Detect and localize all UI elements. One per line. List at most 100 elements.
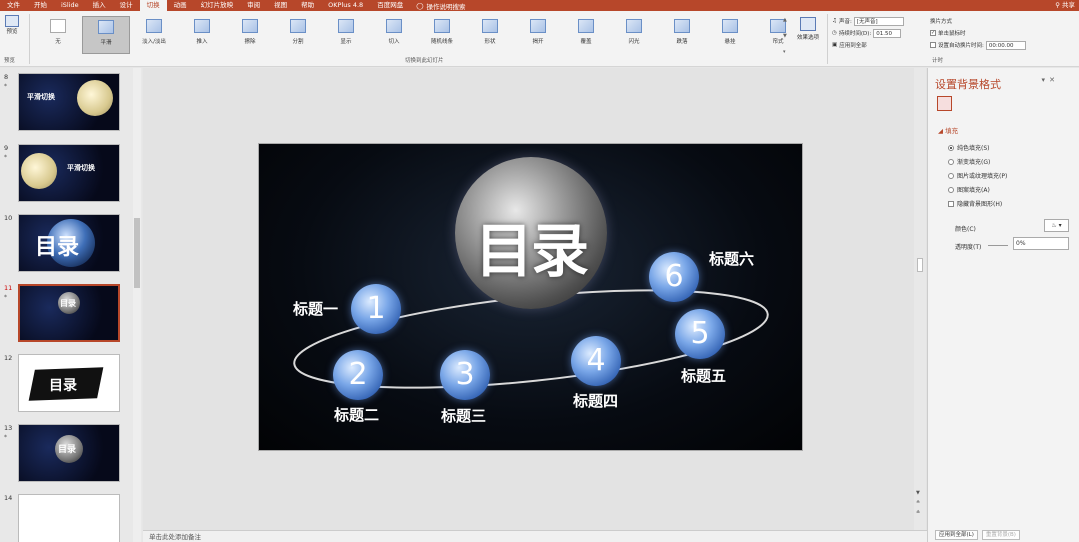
- transition-5-button[interactable]: 分割: [274, 16, 322, 54]
- scroll-down-icon[interactable]: ▼: [916, 490, 920, 496]
- preview-group-label: 预览: [4, 58, 16, 64]
- tab-islide[interactable]: iSlide: [54, 0, 86, 11]
- transition-0-button[interactable]: 无: [34, 16, 82, 54]
- next-slide-icon[interactable]: ≛: [916, 510, 920, 516]
- option-label: 图案填充(A): [957, 187, 990, 194]
- thumbnail-image: [18, 494, 120, 542]
- thumbnail-slide-11[interactable]: 11 * 目录: [0, 281, 142, 347]
- apply-all-button[interactable]: ▣ 应用到全部: [832, 39, 928, 51]
- transition-12-button[interactable]: 闪光: [610, 16, 658, 54]
- thumbnails-scrollbar[interactable]: [133, 68, 141, 542]
- hide-background-checkbox[interactable]: 隐藏背景图形(H): [948, 199, 1002, 208]
- transition-label: 擦除: [244, 39, 256, 45]
- thumbnail-slide-10[interactable]: 10 目录: [0, 211, 142, 277]
- thumbnail-slide-13[interactable]: 13 * 目录: [0, 421, 142, 487]
- transition-6-button[interactable]: 显示: [322, 16, 370, 54]
- timing-group-label: 计时: [932, 58, 944, 64]
- radio-icon: [948, 172, 954, 179]
- gallery-down-icon[interactable]: ▼: [783, 33, 790, 39]
- slide-number: 9: [4, 144, 9, 152]
- transition-3-button[interactable]: 推入: [178, 16, 226, 54]
- solid-fill-radio[interactable]: 纯色填充(S): [948, 143, 990, 152]
- apply-to-all-button[interactable]: 应用到全部(L): [935, 530, 978, 540]
- thumbnail-slide-8[interactable]: 8 * 平滑切换: [0, 70, 142, 136]
- timing-group: ♫ 声音: [无声音] ◷ 持续时间(D): 01.50 ▣ 应用到全部: [832, 15, 928, 51]
- prev-slide-icon[interactable]: ≙: [916, 500, 920, 506]
- transition-label: 帘式: [772, 39, 784, 45]
- transition-7-button[interactable]: 切入: [370, 16, 418, 54]
- notes-field[interactable]: 单击此处添加备注: [143, 530, 927, 542]
- tab-okplus[interactable]: OKPlus 4.8: [321, 0, 370, 11]
- picture-fill-radio[interactable]: 图片或纹理填充(P): [948, 171, 1007, 180]
- gallery-up-icon[interactable]: ▲: [783, 17, 790, 23]
- tab-design[interactable]: 设计: [113, 0, 140, 11]
- transition-1-button[interactable]: 平滑: [82, 16, 130, 54]
- transition-star-icon: *: [4, 294, 7, 301]
- tab-baidu[interactable]: 百度网盘: [370, 0, 410, 11]
- slide-number: 14: [4, 494, 13, 502]
- transition-4-button[interactable]: 擦除: [226, 16, 274, 54]
- editor-scrollbar[interactable]: ▼ ≙ ≛: [914, 68, 926, 530]
- tab-home[interactable]: 开始: [27, 0, 54, 11]
- preview-button[interactable]: 预览: [3, 15, 21, 35]
- pane-title: 设置背景格式: [935, 78, 1001, 91]
- transition-8-button[interactable]: 随机线条: [418, 16, 466, 54]
- transparency-input[interactable]: 0%: [1013, 237, 1069, 250]
- gallery-more-icon[interactable]: ▾: [783, 49, 790, 55]
- transition-9-button[interactable]: 形状: [466, 16, 514, 54]
- effect-options-button[interactable]: 效果选项: [793, 17, 823, 41]
- tab-review[interactable]: 审阅: [240, 0, 267, 11]
- thumbnail-slide-12[interactable]: 12 目录: [0, 351, 142, 417]
- tab-file[interactable]: 文件: [0, 0, 27, 11]
- paint-bucket-icon: ♨: [1051, 222, 1057, 229]
- current-slide[interactable]: 目录 1 标题一 2 标题二 3 标题三 4 标题四 5 标题五 6 标题六: [258, 143, 803, 451]
- tell-me-search[interactable]: ◯ 操作说明搜索: [410, 1, 465, 11]
- auto-after-input[interactable]: 00:00.00: [985, 40, 1026, 50]
- transition-11-button[interactable]: 覆盖: [562, 16, 610, 54]
- transition-14-button[interactable]: 悬挂: [706, 16, 754, 54]
- transition-icon: [482, 19, 498, 33]
- slide-number: 13: [4, 424, 13, 432]
- reset-background-button[interactable]: 重置背景(B): [981, 530, 1020, 540]
- fill-section-header[interactable]: ◢ 填充: [938, 125, 958, 135]
- duration-input[interactable]: 01.50: [873, 28, 902, 38]
- scroll-thumb[interactable]: [134, 218, 140, 288]
- item-label-6: 标题六: [709, 250, 755, 268]
- tab-help[interactable]: 帮助: [294, 0, 321, 11]
- on-click-checkbox[interactable]: ✓ 单击鼠标时: [930, 27, 1050, 39]
- thumbnail-slide-14[interactable]: 14: [0, 491, 142, 542]
- fill-bucket-icon[interactable]: [937, 96, 952, 111]
- transition-icon: [386, 19, 402, 33]
- auto-after-checkbox[interactable]: 设置自动换片时间: 00:00.00: [930, 39, 1050, 51]
- sound-icon: ♫: [832, 18, 837, 24]
- share-label: 共享: [1062, 1, 1075, 9]
- transition-star-icon: *: [4, 434, 7, 441]
- transition-label: 随机线条: [430, 39, 453, 45]
- sound-select[interactable]: [无声音]: [853, 16, 904, 26]
- radio-icon: [948, 144, 954, 151]
- pane-scrollbar[interactable]: [1072, 68, 1079, 542]
- tab-view[interactable]: 视图: [267, 0, 294, 11]
- checkbox-icon: [930, 42, 936, 48]
- transition-13-button[interactable]: 跌落: [658, 16, 706, 54]
- transparency-slider[interactable]: [988, 245, 1008, 246]
- gradient-fill-radio[interactable]: 渐变填充(G): [948, 157, 990, 166]
- transition-2-button[interactable]: 淡入/淡出: [130, 16, 178, 54]
- thumbnail-slide-9[interactable]: 9 * 平滑切换: [0, 141, 142, 207]
- share-button[interactable]: ⚲ 共享: [1055, 0, 1075, 11]
- thumbnail-title: 目录: [58, 445, 77, 455]
- slide-number: 10: [4, 214, 13, 222]
- tab-transitions[interactable]: 切换: [139, 0, 167, 11]
- transition-10-button[interactable]: 揭开: [514, 16, 562, 54]
- close-icon[interactable]: ✕: [1049, 76, 1055, 84]
- pane-options-chevron-icon[interactable]: ▾: [1041, 76, 1045, 84]
- tab-insert[interactable]: 插入: [86, 0, 113, 11]
- scroll-thumb[interactable]: [917, 258, 923, 272]
- thumbnail-title: 目录: [35, 235, 80, 260]
- gallery-scroll[interactable]: ▲ ▼ ▾: [783, 17, 790, 55]
- tab-animations[interactable]: 动画: [167, 0, 194, 11]
- item-number-1: 1: [351, 284, 401, 334]
- color-picker-button[interactable]: ♨ ▾: [1044, 219, 1069, 232]
- pattern-fill-radio[interactable]: 图案填充(A): [948, 185, 990, 194]
- tab-slideshow[interactable]: 幻灯片放映: [194, 0, 241, 11]
